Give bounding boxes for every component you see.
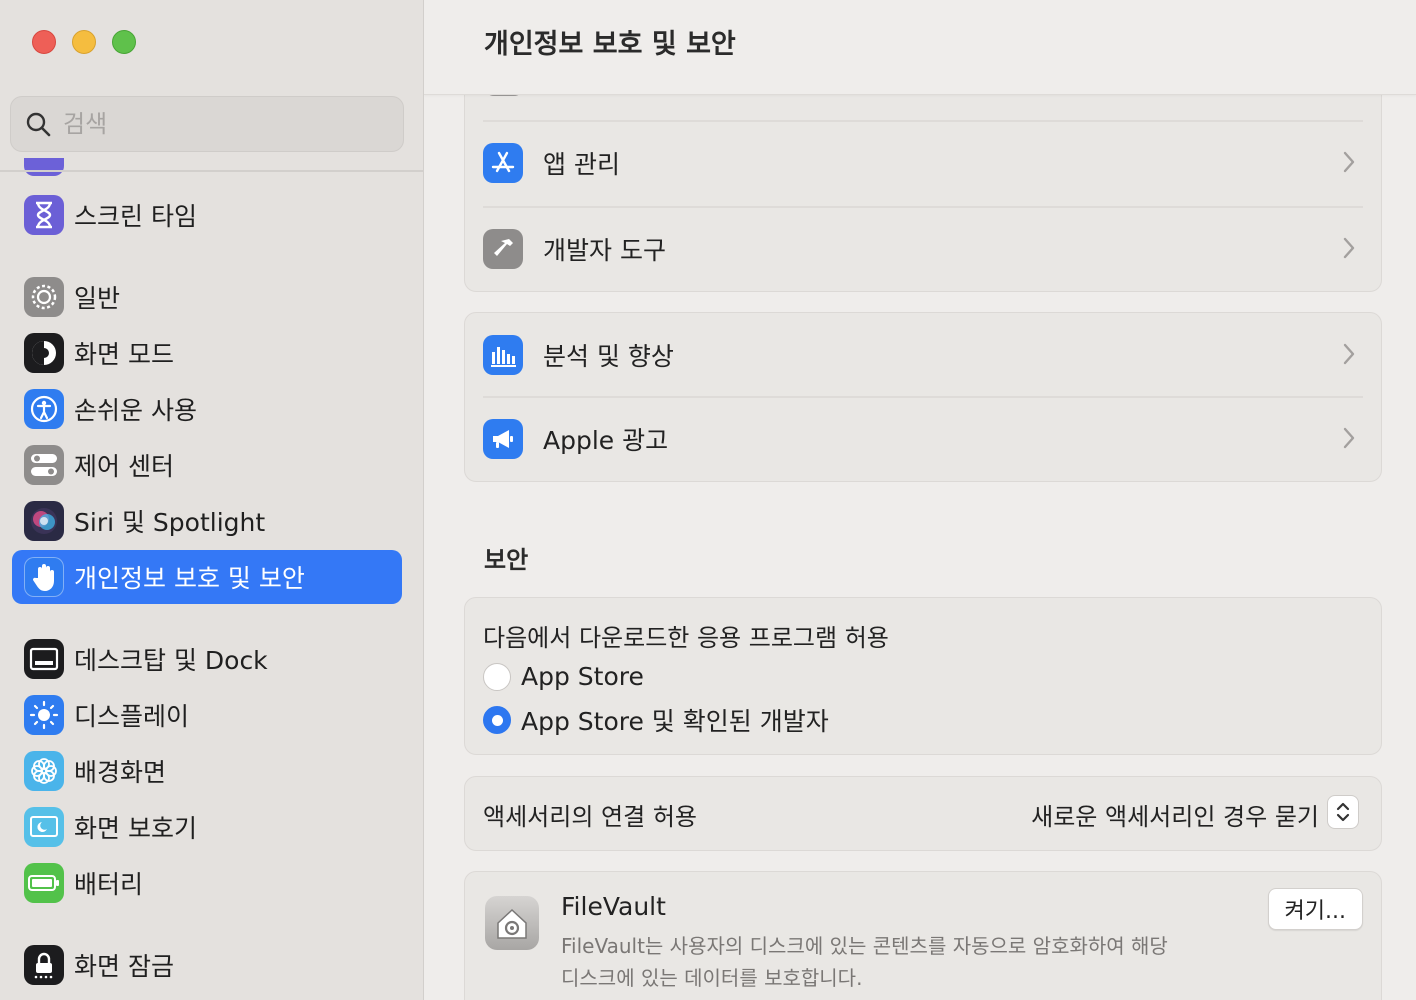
- accessory-permission-label: 액세서리의 연결 허용: [483, 803, 697, 831]
- screensaver-icon: [24, 807, 64, 847]
- row-label: 앱 관리: [543, 150, 620, 179]
- filevault-icon: [485, 896, 539, 950]
- sidebar-item-privacy-security[interactable]: 개인정보 보호 및 보안: [12, 550, 402, 604]
- hand-icon: [24, 557, 64, 597]
- chevron-right-icon: [1343, 151, 1355, 173]
- sidebar-item-label: 제어 센터: [74, 452, 174, 481]
- radio-button[interactable]: [483, 662, 511, 691]
- row-analytics[interactable]: 분석 및 향상: [483, 313, 1363, 397]
- accessory-permission-group: 액세서리의 연결 허용 새로운 액세서리인 경우 묻기: [464, 776, 1382, 851]
- page-title: 개인정보 보호 및 보안: [484, 29, 736, 60]
- radio-option-app-store[interactable]: App Store: [483, 662, 644, 691]
- sidebar-item-accessibility[interactable]: 손쉬운 사용: [12, 382, 402, 436]
- filevault-group: FileVault FileVault는 사용자의 디스크에 있는 콘텐츠를 자…: [464, 871, 1382, 1000]
- search-field[interactable]: [10, 96, 404, 152]
- sidebar-item-label: 손쉬운 사용: [74, 396, 197, 425]
- accessibility-icon: [24, 389, 64, 429]
- chevron-right-icon: [1343, 343, 1355, 365]
- sidebar-item-control-center[interactable]: 제어 센터: [12, 438, 402, 492]
- toggles-icon: [24, 445, 64, 485]
- sidebar: 스크린 타임 일반 화면 모드 손쉬운 사용 제: [0, 0, 424, 1000]
- sidebar-item-battery[interactable]: 배터리: [12, 856, 402, 910]
- radio-label: App Store 및 확인된 개발자: [521, 707, 829, 736]
- sidebar-item-appearance[interactable]: 화면 모드: [12, 326, 402, 380]
- window-controls: [32, 30, 136, 54]
- row-apple-ads[interactable]: Apple 광고: [483, 397, 1363, 481]
- row-developer-tools[interactable]: 개발자 도구: [483, 207, 1363, 291]
- megaphone-icon: [483, 419, 523, 459]
- chevron-right-icon: [1343, 427, 1355, 449]
- sidebar-item-label: 데스크탑 및 Dock: [74, 646, 268, 675]
- sidebar-item-screen-time[interactable]: 스크린 타임: [12, 188, 402, 242]
- main-content: 개인정보 보호 및 보안 앱 관리 개발자 도구 분석 및 향상 Apple 광…: [424, 0, 1416, 1000]
- sidebar-item-wallpaper[interactable]: 배경화면: [12, 744, 402, 798]
- dock-icon: [24, 639, 64, 679]
- sun-icon: [24, 695, 64, 735]
- battery-icon: [24, 863, 64, 903]
- sidebar-item-siri-spotlight[interactable]: Siri 및 Spotlight: [12, 494, 402, 548]
- zoom-window-button[interactable]: [112, 30, 136, 54]
- sidebar-divider: [0, 170, 423, 172]
- hammer-icon: [483, 229, 523, 269]
- row-app-management[interactable]: 앱 관리: [483, 121, 1363, 205]
- filevault-title: FileVault: [561, 892, 666, 921]
- sidebar-item-desktop-dock[interactable]: 데스크탑 및 Dock: [12, 632, 402, 686]
- app-store-icon: [483, 143, 523, 183]
- search-input[interactable]: [63, 110, 383, 138]
- sidebar-item-label: 화면 보호기: [74, 814, 197, 843]
- sidebar-item-general[interactable]: 일반: [12, 270, 402, 324]
- filevault-turn-on-button[interactable]: 켜기...: [1267, 888, 1363, 930]
- settings-group-analytics: 분석 및 향상 Apple 광고: [464, 312, 1382, 482]
- filevault-description: FileVault는 사용자의 디스크에 있는 콘텐츠를 자동으로 암호화하여 …: [561, 930, 1201, 994]
- radio-label: App Store: [521, 662, 644, 691]
- row-label: 분석 및 향상: [543, 342, 674, 371]
- sidebar-item-label: 화면 모드: [74, 340, 174, 369]
- sidebar-item-label: 디스플레이: [74, 702, 190, 731]
- search-icon: [26, 112, 51, 137]
- filevault-description-line: 디스크에 있는 데이터를 보호합니다.: [561, 966, 863, 990]
- row-label: Apple 광고: [543, 426, 669, 455]
- sidebar-item-screen-saver[interactable]: 화면 보호기: [12, 800, 402, 854]
- radio-button-selected[interactable]: [483, 706, 511, 734]
- sidebar-item-label: 배경화면: [74, 758, 167, 787]
- download-permission-group: 다음에서 다운로드한 응용 프로그램 허용 App Store App Stor…: [464, 597, 1382, 755]
- hourglass-icon: [24, 195, 64, 235]
- sidebar-item-label: Siri 및 Spotlight: [74, 508, 266, 537]
- close-window-button[interactable]: [32, 30, 56, 54]
- chevron-right-icon: [1343, 237, 1355, 259]
- accessory-permission-value[interactable]: 새로운 액세서리인 경우 묻기: [1031, 797, 1319, 832]
- title-bar: 개인정보 보호 및 보안: [424, 0, 1416, 95]
- sidebar-item-label: 화면 잠금: [74, 952, 174, 981]
- up-down-chevron-icon: [1336, 802, 1350, 822]
- sidebar-item-label: 개인정보 보호 및 보안: [74, 564, 305, 593]
- sidebar-item-label: 일반: [74, 284, 121, 313]
- radio-option-app-store-identified[interactable]: App Store 및 확인된 개발자: [483, 702, 829, 738]
- sidebar-item-displays[interactable]: 디스플레이: [12, 688, 402, 742]
- sidebar-item-label: 스크린 타임: [74, 202, 197, 231]
- lock-icon: [24, 945, 64, 985]
- minimize-window-button[interactable]: [72, 30, 96, 54]
- scrolled-item-icon: [24, 158, 64, 176]
- download-permission-title: 다음에서 다운로드한 응용 프로그램 허용: [483, 624, 889, 652]
- section-title-security: 보안: [484, 546, 529, 574]
- bar-chart-icon: [483, 335, 523, 375]
- appearance-icon: [24, 333, 64, 373]
- filevault-description-line: FileVault는 사용자의 디스크에 있는 콘텐츠를 자동으로 암호화하여 …: [561, 934, 1168, 958]
- sidebar-item-lock-screen[interactable]: 화면 잠금: [12, 938, 402, 992]
- flower-icon: [24, 751, 64, 791]
- accessory-popup-button[interactable]: [1327, 795, 1359, 829]
- gear-icon: [24, 277, 64, 317]
- siri-icon: [24, 501, 64, 541]
- sidebar-item-label: 배터리: [74, 870, 144, 899]
- row-label: 개발자 도구: [543, 236, 666, 265]
